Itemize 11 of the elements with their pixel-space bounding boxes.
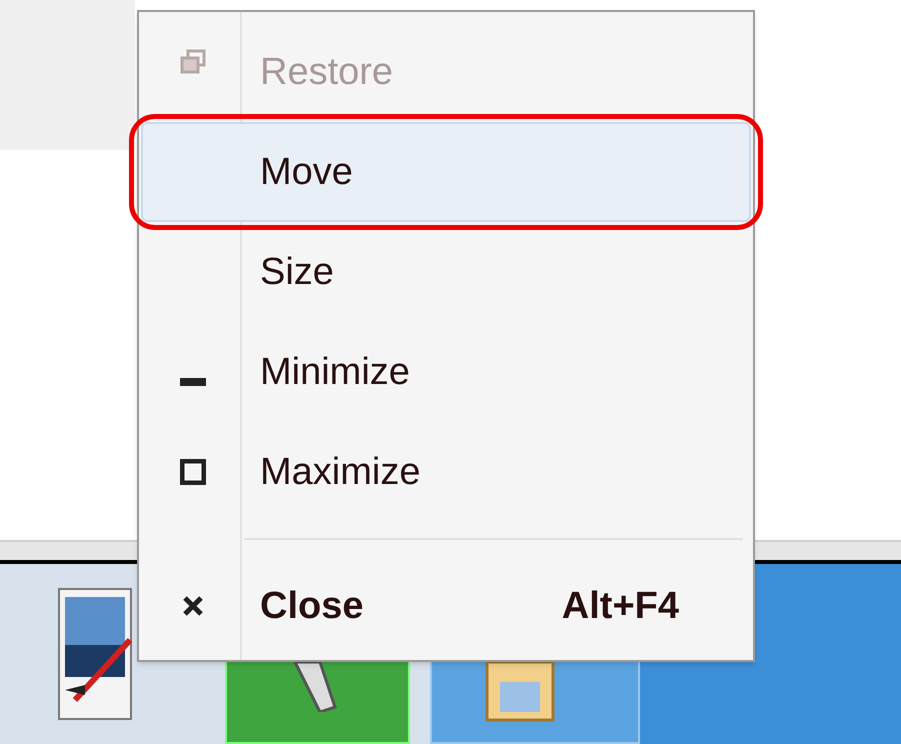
close-icon [182,595,204,617]
folder-icon [485,662,555,722]
menu-item[interactable]: Minimize [141,322,751,422]
menu-item[interactable]: Maximize [141,422,751,522]
maximize-icon [180,459,206,485]
minimize-icon [180,378,206,386]
menu-item[interactable]: Move [141,122,751,222]
restore-icon [180,49,206,75]
menu-item[interactable]: Size [141,222,751,322]
taskbar-button[interactable] [225,660,410,744]
menu-item[interactable]: Close Alt+F4 [141,556,751,656]
